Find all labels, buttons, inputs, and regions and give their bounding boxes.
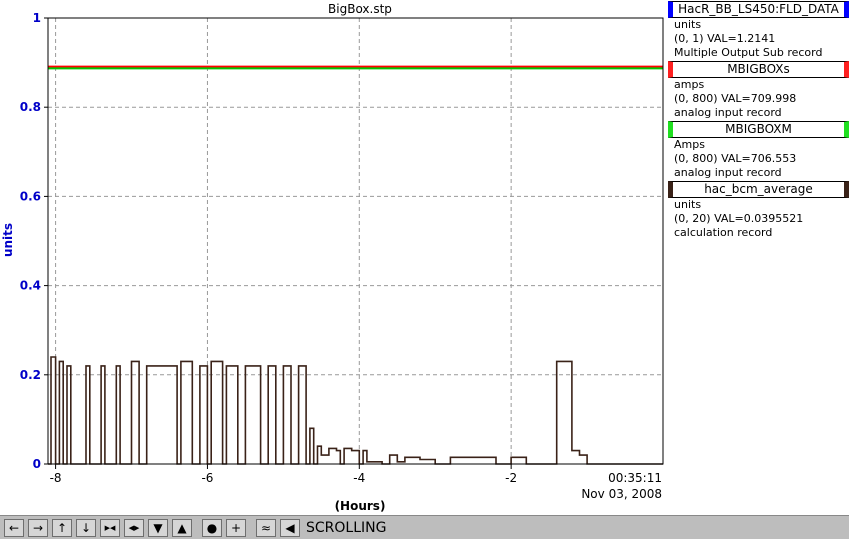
legend-entry-name[interactable]: MBIGBOXM	[668, 121, 849, 138]
y-tick-labels: 0 0.2 0.4 0.6 0.8 1	[20, 11, 48, 471]
legend-panel: HacR_BB_LS450:FLD_DATA units (0, 1) VAL=1.…	[668, 0, 849, 240]
pan-left-button[interactable]: ←	[4, 518, 24, 537]
strip-chart: BigBox.stp units 0 0.2 0.4 0.6 0.8 1 -8 -6 -4 -2…	[1, 2, 664, 513]
legend-units: Amps	[674, 138, 705, 151]
pan-up-button[interactable]: ↑	[52, 518, 72, 537]
end-date: Nov 03, 2008	[581, 487, 662, 501]
autoscale-icon: ≈	[260, 520, 272, 535]
pan-right-icon: →	[32, 520, 44, 535]
y-tick-label: 0	[33, 457, 41, 471]
zoom-in-x-button[interactable]: ▶◀	[100, 518, 120, 537]
legend-units: units	[674, 198, 702, 211]
legend-units: units	[674, 18, 702, 31]
pan-down-button[interactable]: ↓	[76, 518, 96, 537]
legend-value: (0, 800) VAL=706.553	[674, 152, 797, 165]
legend-record-type: calculation record	[674, 226, 773, 239]
x-tick-labels: -8 -6 -4 -2	[50, 464, 517, 485]
legend-record-type: analog input record	[674, 166, 782, 179]
zoom-out-x-button[interactable]: ◀▶	[124, 518, 144, 537]
legend-value: (0, 1) VAL=1.2141	[674, 32, 776, 45]
legend-record-type: analog input record	[674, 106, 782, 119]
series-line	[48, 356, 663, 465]
mode-label: SCROLLING	[306, 519, 387, 536]
zoom-in-y-button[interactable]: ▼	[148, 518, 168, 537]
pan-left-icon: ←	[8, 520, 20, 535]
legend-units: amps	[674, 78, 705, 91]
legend-record-type: Multiple Output Sub record	[674, 46, 823, 59]
circle-button[interactable]: ●	[202, 518, 222, 537]
x-axis-label: (Hours)	[335, 499, 386, 513]
legend-value: (0, 800) VAL=709.998	[674, 92, 797, 105]
circle-icon: ●	[206, 520, 218, 535]
series-lines	[48, 65, 663, 465]
chart-title: BigBox.stp	[328, 2, 392, 16]
y-tick-label: 0.4	[20, 279, 41, 293]
legend-entry-name[interactable]: MBIGBOXs	[668, 61, 849, 78]
rewind-icon: ◀	[285, 520, 295, 535]
x-tick-label: -6	[201, 471, 213, 485]
legend-entry-name[interactable]: hac_bcm_average	[668, 181, 849, 198]
plot-frame	[47, 17, 664, 465]
rewind-button[interactable]: ◀	[280, 518, 300, 537]
zoom-out-y-icon: ▲	[177, 520, 187, 535]
plus-icon: +	[230, 520, 242, 535]
legend-entry-name[interactable]: HacR_BB_LS450:FLD_DATA	[668, 1, 849, 18]
plus-button[interactable]: +	[226, 518, 246, 537]
y-tick-label: 0.2	[20, 368, 41, 382]
y-tick-label: 0.6	[20, 189, 41, 203]
zoom-in-x-icon: ▶◀	[104, 523, 116, 532]
y-axis-label: units	[1, 223, 15, 257]
pan-down-icon: ↓	[80, 520, 92, 535]
end-time: 00:35:11	[608, 471, 662, 485]
zoom-in-y-icon: ▼	[153, 520, 163, 535]
pan-up-icon: ↑	[56, 520, 68, 535]
grid-lines	[48, 18, 663, 464]
y-tick-label: 1	[33, 11, 41, 25]
toolbar: ← → ↑ ↓ ▶◀ ◀▶ ▼ ▲ ● + ≈ ◀ SCROLLING	[0, 515, 849, 539]
zoom-out-y-button[interactable]: ▲	[172, 518, 192, 537]
legend-value: (0, 20) VAL=0.0395521	[674, 212, 804, 225]
autoscale-button[interactable]: ≈	[256, 518, 276, 537]
y-tick-label: 0.8	[20, 100, 41, 114]
x-tick-label: -2	[505, 471, 517, 485]
zoom-out-x-icon: ◀▶	[128, 523, 140, 532]
pan-right-button[interactable]: →	[28, 518, 48, 537]
x-tick-label: -8	[50, 471, 62, 485]
x-tick-label: -4	[353, 471, 365, 485]
